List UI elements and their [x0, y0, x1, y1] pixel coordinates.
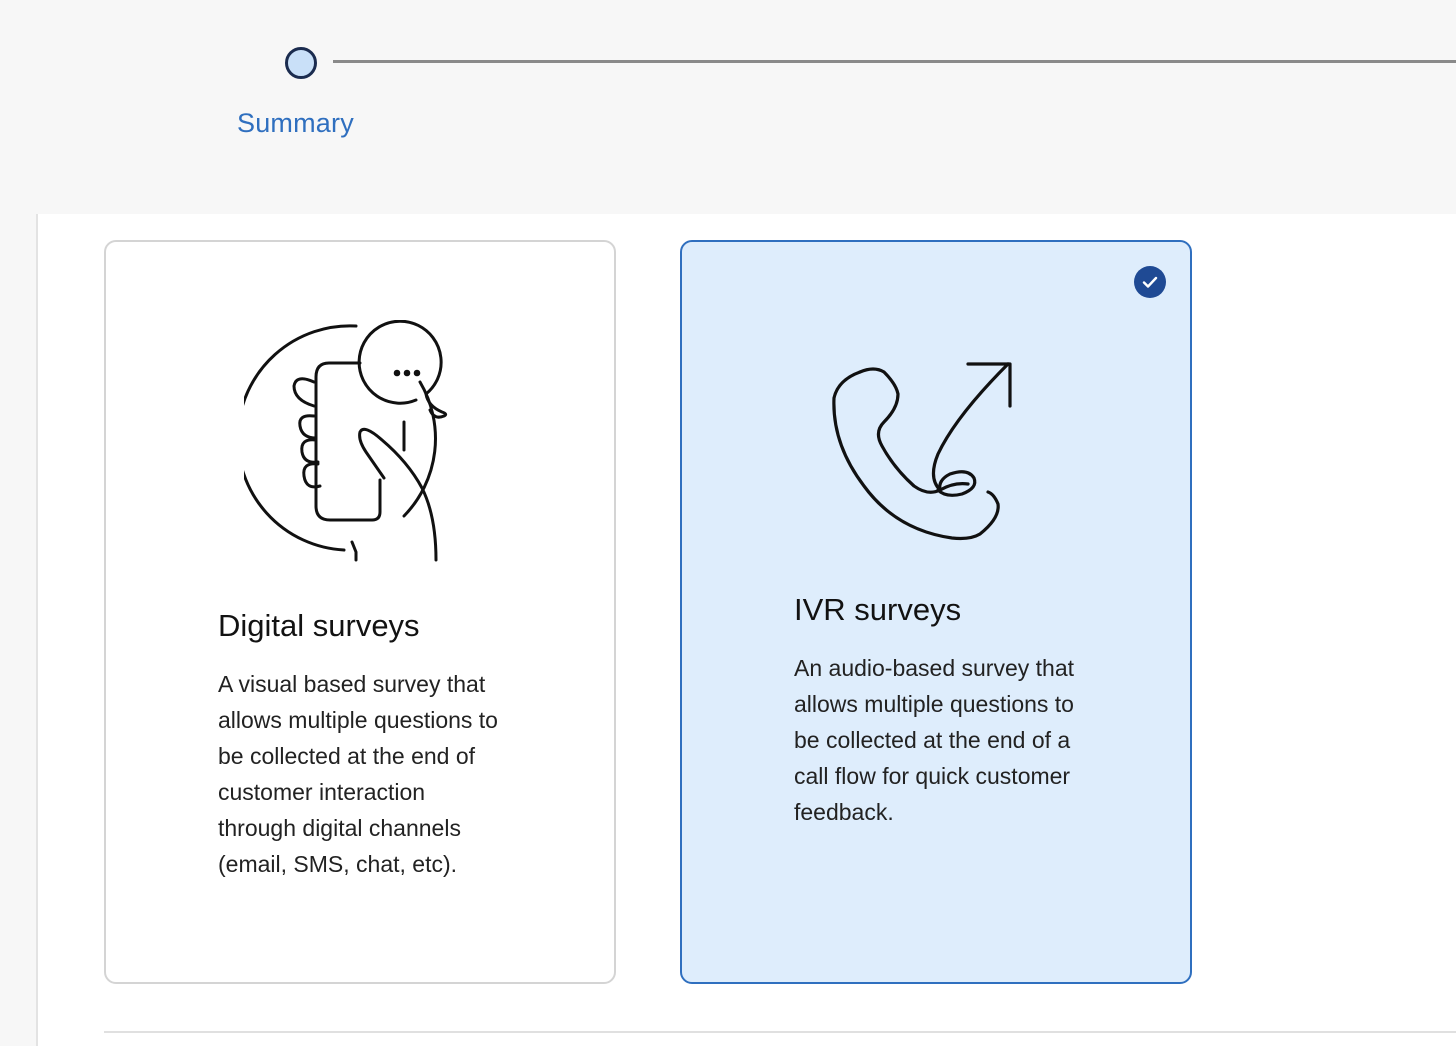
step-indicator-circle[interactable] — [285, 47, 317, 79]
step-label-summary[interactable]: Summary — [237, 108, 354, 139]
selected-check-icon — [1134, 266, 1166, 298]
digital-surveys-title: Digital surveys — [218, 608, 420, 643]
survey-type-content: Digital surveys A visual based survey th… — [36, 214, 1456, 1046]
digital-surveys-description: A visual based survey that allows multip… — [218, 671, 498, 877]
stepper: Summary — [0, 0, 1456, 214]
ivr-surveys-title: IVR surveys — [794, 592, 962, 627]
step-connector-line — [333, 60, 1456, 63]
ivr-surveys-card[interactable]: IVR surveys An audio-based survey that a… — [680, 240, 1192, 984]
digital-surveys-card[interactable]: Digital surveys A visual based survey th… — [104, 240, 616, 984]
section-divider — [104, 1031, 1456, 1033]
phone-outgoing-icon — [830, 358, 1014, 544]
ivr-surveys-description: An audio-based survey that allows multip… — [794, 655, 1075, 825]
phone-chat-hand-icon — [244, 320, 480, 564]
